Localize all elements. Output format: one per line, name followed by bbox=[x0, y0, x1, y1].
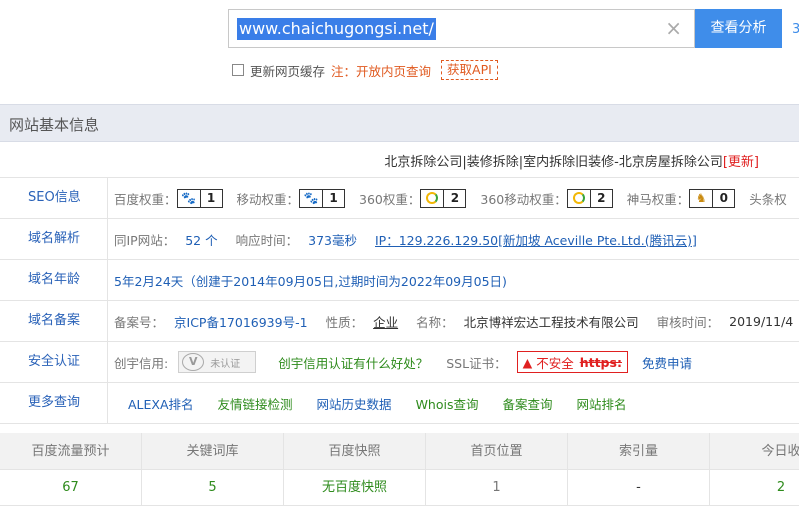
security-row: 安全认证 创宇信用: V 未认证 创宇信用认证有什么好处？ SSL证书： ▲ 不… bbox=[0, 342, 799, 383]
s360-weight-badge[interactable]: 2 bbox=[420, 188, 467, 208]
verified-icon: V bbox=[182, 353, 205, 371]
section-header: 网站基本信息 bbox=[0, 104, 799, 142]
stats-header-cell: 首页位置 bbox=[426, 433, 568, 469]
warning-icon: ▲ bbox=[522, 354, 533, 370]
refresh-cache-checkbox[interactable] bbox=[232, 64, 244, 76]
stats-header-cell: 百度流量预计 bbox=[0, 433, 142, 469]
ip-link[interactable]: IP：129.226.129.50[新加坡 Aceville Pte.Ltd.(… bbox=[375, 230, 697, 249]
credit-certificate-badge[interactable]: V 未认证 bbox=[178, 351, 257, 373]
same-ip-label: 同IP网站： bbox=[114, 232, 176, 248]
search-options: 更新网页缓存 注：开放内页查询 获取API bbox=[232, 60, 498, 80]
shenma-weight-badge[interactable]: ♞ 0 bbox=[689, 188, 736, 208]
shenma-weight-label: 神马权重： bbox=[626, 191, 690, 207]
icp-review-value: 2019/11/4 bbox=[729, 313, 794, 329]
site-title-row: 北京拆除公司|装修拆除|室内拆除旧装修-北京房屋拆除公司[更新] bbox=[0, 142, 799, 178]
ssl-label: SSL证书： bbox=[446, 355, 507, 371]
https-text: https: bbox=[579, 354, 622, 370]
toutiao-weight-label: 头条权 bbox=[749, 191, 787, 207]
section-title: 网站基本信息 bbox=[9, 116, 100, 134]
shenma-weight-value: 0 bbox=[712, 189, 735, 207]
get-api-button[interactable]: 获取API bbox=[441, 60, 498, 80]
security-label[interactable]: 安全认证 bbox=[0, 342, 108, 382]
url-input-value[interactable]: www.chaichugongsi.net/ bbox=[237, 18, 436, 40]
response-time-label: 响应时间： bbox=[235, 232, 299, 248]
baidu-snapshot-value[interactable]: 无百度快照 bbox=[284, 470, 426, 505]
stats-header-cell: 百度快照 bbox=[284, 433, 426, 469]
paw-icon: 🐾 bbox=[181, 191, 196, 205]
baidu-weight-value: 1 bbox=[199, 189, 222, 207]
dns-row: 域名解析 同IP网站： 52 个 响应时间： 373毫秒 IP：129.226.… bbox=[0, 219, 799, 260]
domain-age-row: 域名年龄 5年2月24天（创建于2014年09月05日,过期时间为2022年09… bbox=[0, 260, 799, 301]
inner-page-note[interactable]: 注：开放内页查询 bbox=[331, 61, 431, 80]
history-data-link[interactable]: 网站历史数据 bbox=[317, 394, 392, 413]
more-query-label[interactable]: 更多查询 bbox=[0, 383, 108, 423]
close-icon[interactable]: × bbox=[665, 16, 682, 40]
baidu-weight-label: 百度权重： bbox=[114, 191, 177, 207]
s360m-weight-value: 2 bbox=[589, 189, 612, 207]
unsafe-text: 不安全 bbox=[536, 355, 574, 371]
stats-header-cell: 今日收 bbox=[761, 444, 799, 459]
ssl-unsafe-badge[interactable]: ▲ 不安全 https: bbox=[516, 351, 628, 373]
alexa-link[interactable]: ALEXA排名 bbox=[128, 394, 194, 413]
icp-number-label: 备案号： bbox=[114, 314, 165, 330]
free-apply-link[interactable]: 免费申请 bbox=[642, 353, 692, 372]
icp-query-link[interactable]: 备案查询 bbox=[502, 394, 552, 413]
baidu-traffic-value[interactable]: 67 bbox=[0, 470, 142, 505]
s360-weight-label: 360权重： bbox=[359, 191, 421, 207]
icp-name-value: 北京博祥宏达工程技术有限公司 bbox=[463, 314, 639, 330]
whois-link[interactable]: Whois查询 bbox=[416, 394, 479, 413]
dns-label[interactable]: 域名解析 bbox=[0, 219, 108, 259]
icp-label[interactable]: 域名备案 bbox=[0, 301, 108, 341]
keyword-count-value[interactable]: 5 bbox=[142, 470, 284, 505]
index-count-value: - bbox=[568, 470, 710, 505]
stats-header-cell: 关键词库 bbox=[142, 433, 284, 469]
friend-link-check-link[interactable]: 友情链接检测 bbox=[218, 394, 293, 413]
same-ip-value[interactable]: 52 个 bbox=[185, 230, 217, 249]
stats-value-row: 67 5 无百度快照 1 - 2 bbox=[0, 470, 799, 506]
s360-weight-value: 2 bbox=[443, 189, 466, 207]
credit-label: 创宇信用: bbox=[114, 355, 169, 371]
analyze-button[interactable]: 查看分析 bbox=[695, 9, 782, 48]
s360m-weight-badge[interactable]: 2 bbox=[566, 188, 613, 208]
update-link[interactable]: [更新] bbox=[723, 155, 759, 170]
stats-table: 百度流量预计 关键词库 百度快照 首页位置 索引量 今日收 67 5 无百度快照… bbox=[0, 433, 799, 506]
horse-icon: ♞ bbox=[695, 191, 707, 205]
icp-nature-value: 企业 bbox=[373, 314, 399, 330]
icp-row: 域名备案 备案号： 京ICP备17016939号-1 性质： 企业 名称： 北京… bbox=[0, 301, 799, 342]
extra-link[interactable]: 3 bbox=[792, 22, 799, 37]
paw-icon: 🐾 bbox=[303, 191, 319, 205]
domain-age-value: 5年2月24天（创建于2014年09月05日,过期时间为2022年09月05日) bbox=[114, 273, 507, 289]
credit-benefit-link[interactable]: 创宇信用认证有什么好处？ bbox=[278, 353, 428, 372]
baidu-weight-badge[interactable]: 🐾 1 bbox=[176, 188, 223, 208]
mobile-weight-value: 1 bbox=[322, 189, 345, 207]
ring-icon bbox=[568, 190, 590, 207]
s360m-weight-label: 360移动权重： bbox=[480, 191, 567, 207]
url-search-field[interactable]: www.chaichugongsi.net/ × bbox=[228, 9, 695, 48]
icp-review-label: 审核时间： bbox=[656, 314, 720, 330]
more-query-row: 更多查询 ALEXA排名 友情链接检测 网站历史数据 Whois查询 备案查询 … bbox=[0, 383, 799, 424]
mobile-weight-label: 移动权重： bbox=[236, 191, 300, 207]
homepage-position-value: 1 bbox=[426, 470, 568, 505]
ring-icon bbox=[421, 190, 443, 207]
cert-status: 未认证 bbox=[210, 358, 241, 370]
icp-name-label: 名称： bbox=[416, 314, 454, 330]
domain-age-label[interactable]: 域名年龄 bbox=[0, 260, 108, 300]
stats-header-cell: 索引量 bbox=[568, 433, 710, 469]
response-time-value: 373毫秒 bbox=[308, 232, 357, 248]
refresh-cache-label[interactable]: 更新网页缓存 bbox=[250, 61, 325, 80]
seo-row: SEO信息 百度权重： 🐾 1 移动权重： 🐾 1 360权重： 2 360移动… bbox=[0, 178, 799, 219]
site-title: 北京拆除公司|装修拆除|室内拆除旧装修-北京房屋拆除公司 bbox=[384, 155, 723, 170]
mobile-weight-badge[interactable]: 🐾 1 bbox=[299, 188, 346, 208]
stats-header-row: 百度流量预计 关键词库 百度快照 首页位置 索引量 今日收 bbox=[0, 433, 799, 470]
icp-nature-label: 性质： bbox=[325, 314, 364, 330]
icp-number-value[interactable]: 京ICP备17016939号-1 bbox=[174, 312, 308, 331]
seo-label[interactable]: SEO信息 bbox=[0, 178, 108, 218]
today-indexed-value[interactable]: 2 bbox=[710, 470, 799, 505]
site-rank-link[interactable]: 网站排名 bbox=[577, 394, 627, 413]
